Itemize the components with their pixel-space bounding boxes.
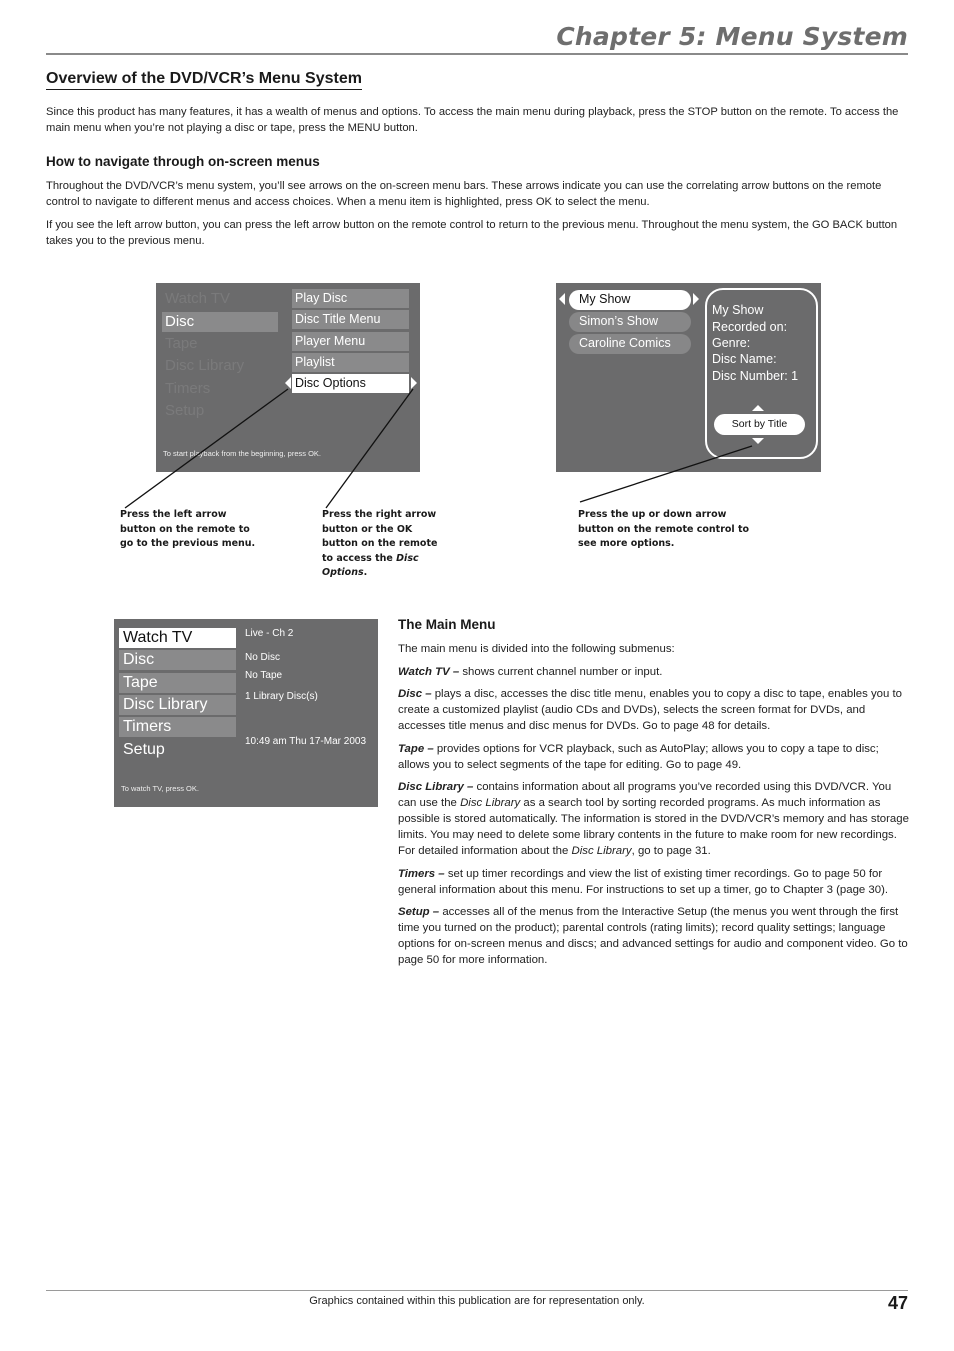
main-menu-hint: To watch TV, press OK. — [121, 784, 199, 793]
main-item-disc-library[interactable]: Disc Library — [162, 356, 278, 376]
disc-library-screenshot: My Show Simon’s Show Caroline Comics My … — [556, 283, 821, 472]
main-menu-screenshot: Watch TV Disc Tape Disc Library Timers S… — [114, 619, 378, 807]
entry-text: accesses all of the menus from the Inter… — [398, 906, 908, 966]
callout-text: . — [363, 567, 368, 578]
menu-item-timers[interactable]: Timers — [119, 717, 236, 737]
entry-text: shows current channel number or input. — [459, 666, 663, 678]
up-arrow-icon — [752, 405, 764, 411]
info-title: My Show — [712, 303, 764, 317]
page-number: 47 — [887, 1293, 908, 1313]
entry-italic: Disc Library — [571, 845, 632, 857]
sub-item-player-menu[interactable]: Player Menu — [292, 332, 409, 351]
footer-rule — [46, 1290, 908, 1291]
entry-text: plays a disc, accesses the disc title me… — [398, 688, 903, 732]
title-item-caroline-comics[interactable]: Caroline Comics — [569, 334, 691, 354]
entry-term: Watch TV – — [398, 666, 460, 678]
entry-timers: Timers – set up timer recordings and vie… — [398, 866, 910, 898]
entry-term: Disc – — [398, 688, 432, 700]
entry-tape: Tape – provides options for VCR playback… — [398, 741, 910, 773]
menu-item-watch-tv[interactable]: Watch TV — [119, 628, 236, 648]
section-title: Overview of the DVD/VCR’s Menu System — [46, 70, 362, 90]
entry-watch-tv: Watch TV – shows current channel number … — [398, 664, 910, 680]
entry-setup: Setup – accesses all of the menus from t… — [398, 904, 910, 968]
chapter-title: Chapter 5: Menu System — [556, 22, 908, 51]
left-arrow-icon — [559, 293, 565, 305]
main-item-disc[interactable]: Disc — [162, 312, 278, 332]
header-rule — [46, 53, 908, 55]
info-library: 1 Library Disc(s) — [245, 691, 318, 702]
entry-text: set up timer recordings and view the lis… — [398, 868, 889, 896]
down-arrow-icon — [752, 438, 764, 444]
title-item-my-show[interactable]: My Show — [569, 290, 691, 310]
menu-item-disc-library[interactable]: Disc Library — [119, 695, 236, 715]
disc-menu-hint: To start playback from the beginning, pr… — [163, 449, 321, 458]
callout-text: Press the right arrow button or the OK b… — [322, 509, 438, 564]
footer-note: Graphics contained within this publicati… — [309, 1295, 645, 1307]
title-item-simons-show[interactable]: Simon’s Show — [569, 312, 691, 332]
entry-text: , go to page 31. — [631, 845, 711, 857]
callout-left-arrow: Press the left arrow button on the remot… — [120, 509, 256, 549]
info-disc: No Disc — [245, 652, 281, 663]
left-arrow-icon — [285, 377, 291, 389]
sort-by-title-button[interactable]: Sort by Title — [714, 414, 805, 435]
callout-right-arrow: Press the right arrow button or the OK b… — [322, 508, 447, 581]
main-item-tape[interactable]: Tape — [162, 334, 278, 354]
navigate-paragraph-2: If you see the left arrow button, you ca… — [46, 219, 898, 247]
entry-term: Setup – — [398, 906, 440, 918]
main-menu-intro: The main menu is divided into the follow… — [398, 643, 675, 655]
entry-disc-library: Disc Library – contains information abou… — [398, 779, 910, 859]
sub-item-play-disc[interactable]: Play Disc — [292, 289, 409, 308]
right-arrow-icon — [411, 377, 417, 389]
menu-item-tape[interactable]: Tape — [119, 673, 236, 693]
callout-up-down: Press the up or down arrow button on the… — [578, 509, 750, 549]
info-channel: Live - Ch 2 — [245, 628, 294, 639]
info-genre: Genre: — [712, 336, 751, 350]
entry-italic: Disc Library — [460, 797, 521, 809]
entry-text: provides options for VCR playback, such … — [398, 743, 879, 771]
info-recorded-on: Recorded on: — [712, 320, 788, 334]
sub-item-disc-options[interactable]: Disc Options — [292, 374, 409, 393]
main-item-timers[interactable]: Timers — [162, 379, 278, 399]
menu-item-disc[interactable]: Disc — [119, 650, 236, 670]
sub-item-disc-title-menu[interactable]: Disc Title Menu — [292, 310, 409, 329]
sub-item-playlist[interactable]: Playlist — [292, 353, 409, 372]
info-disc-number: Disc Number: 1 — [712, 369, 799, 383]
navigate-heading: How to navigate through on-screen menus — [46, 154, 320, 169]
entry-disc: Disc – plays a disc, accesses the disc t… — [398, 686, 910, 734]
entry-term: Tape – — [398, 743, 434, 755]
main-item-setup[interactable]: Setup — [162, 401, 278, 421]
entry-term: Timers – — [398, 868, 445, 880]
right-arrow-icon — [693, 293, 699, 305]
main-item-watch-tv[interactable]: Watch TV — [162, 289, 278, 309]
info-datetime: 10:49 am Thu 17-Mar 2003 — [245, 736, 367, 747]
info-disc-name: Disc Name: — [712, 352, 777, 366]
intro-paragraph: Since this product has many features, it… — [46, 106, 899, 134]
menu-item-setup[interactable]: Setup — [119, 740, 236, 760]
navigate-paragraph-1: Throughout the DVD/VCR’s menu system, yo… — [46, 180, 882, 208]
info-tape: No Tape — [245, 670, 283, 681]
entry-term: Disc Library – — [398, 781, 474, 793]
disc-menu-screenshot: Watch TV Disc Tape Disc Library Timers S… — [156, 283, 420, 472]
main-menu-heading: The Main Menu — [398, 617, 496, 632]
